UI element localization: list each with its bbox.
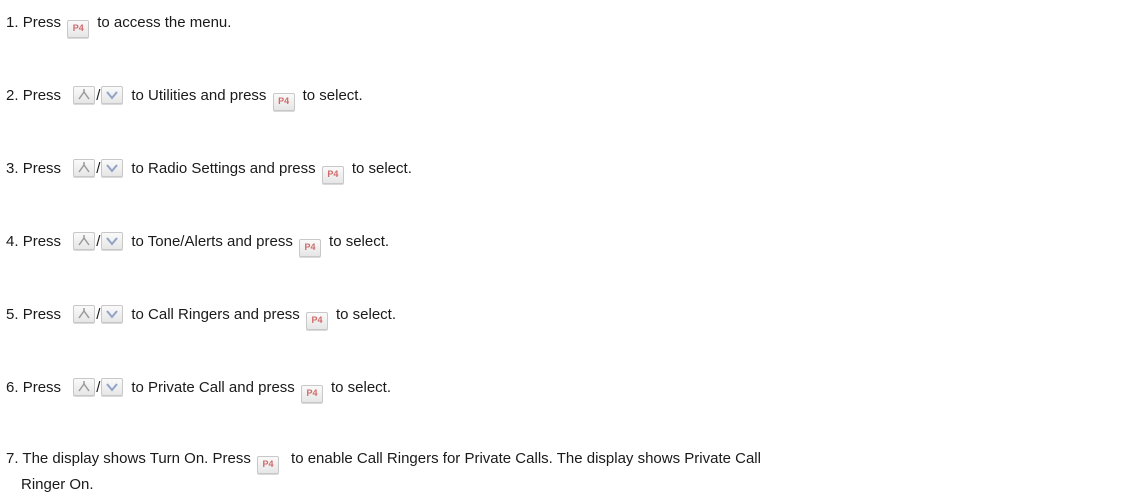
up-arrow-key-icon (73, 378, 96, 396)
p4-menu-key-icon: P4 (257, 456, 280, 474)
step-text: Press (22, 306, 62, 323)
step-text: to select. (302, 87, 363, 104)
step-number: 7. (6, 450, 19, 467)
step-text: to select. (330, 379, 391, 396)
up-arrow-key-icon (73, 159, 96, 177)
step-text: Press (22, 14, 62, 31)
step-number: 3. (6, 160, 19, 177)
step-number: 6. (6, 379, 19, 396)
down-arrow-key-icon (101, 86, 124, 104)
up-arrow-key-icon (73, 232, 96, 250)
step-text: Press (22, 379, 62, 396)
step-number: 2. (6, 87, 19, 104)
key-separator: / (96, 306, 101, 323)
p4-menu-key-icon: P4 (305, 312, 328, 330)
step-text: to select. (329, 233, 390, 250)
step-5: 5. Press / to Call Ringers and press P4 to… (6, 304, 396, 330)
step-6: 6. Press / to Private Call and press P4 to… (6, 377, 391, 403)
step-text: to select. (335, 306, 396, 323)
key-separator: / (96, 160, 101, 177)
step-text: to access the menu. (97, 14, 232, 31)
p4-menu-key-icon: P4 (300, 385, 323, 403)
up-arrow-key-icon (73, 305, 96, 323)
step-1: 1. Press P4 to access the menu. (6, 12, 231, 38)
down-arrow-key-icon (101, 232, 124, 250)
step-text: Press (22, 160, 62, 177)
up-arrow-key-icon (73, 86, 96, 104)
key-separator: / (96, 379, 101, 396)
step-text: to enable Call Ringers for Private Calls… (291, 450, 761, 467)
step-number: 5. (6, 306, 19, 323)
down-arrow-key-icon (101, 159, 124, 177)
step-text: The display shows Turn On. Press (22, 450, 251, 467)
step-number: 4. (6, 233, 19, 250)
step-4: 4. Press / to Tone/Alerts and press P4 to … (6, 231, 389, 257)
key-separator: / (96, 87, 101, 104)
step-text: to Tone/Alerts and press (131, 233, 293, 250)
key-separator: / (96, 233, 101, 250)
p4-menu-key-icon: P4 (321, 166, 344, 184)
step-text: to Private Call and press (131, 379, 295, 396)
step-2: 2. Press / to Utilities and press P4 to se… (6, 85, 363, 111)
down-arrow-key-icon (101, 305, 124, 323)
p4-menu-key-icon: P4 (272, 93, 295, 111)
step-text-continued: Ringer On. (21, 476, 94, 493)
step-text: to Utilities and press (131, 87, 267, 104)
step-number: 1. (6, 14, 19, 31)
step-3: 3. Press / to Radio Settings and press P4… (6, 158, 412, 184)
step-text: Press (22, 87, 62, 104)
down-arrow-key-icon (101, 378, 124, 396)
p4-menu-key-icon: P4 (299, 239, 322, 257)
step-text: to select. (351, 160, 412, 177)
step-text: to Call Ringers and press (131, 306, 300, 323)
step-text: Press (22, 233, 62, 250)
step-7: 7. The display shows Turn On. Press P4 to… (6, 448, 1118, 496)
step-text: to Radio Settings and press (131, 160, 316, 177)
p4-menu-key-icon: P4 (67, 20, 90, 38)
